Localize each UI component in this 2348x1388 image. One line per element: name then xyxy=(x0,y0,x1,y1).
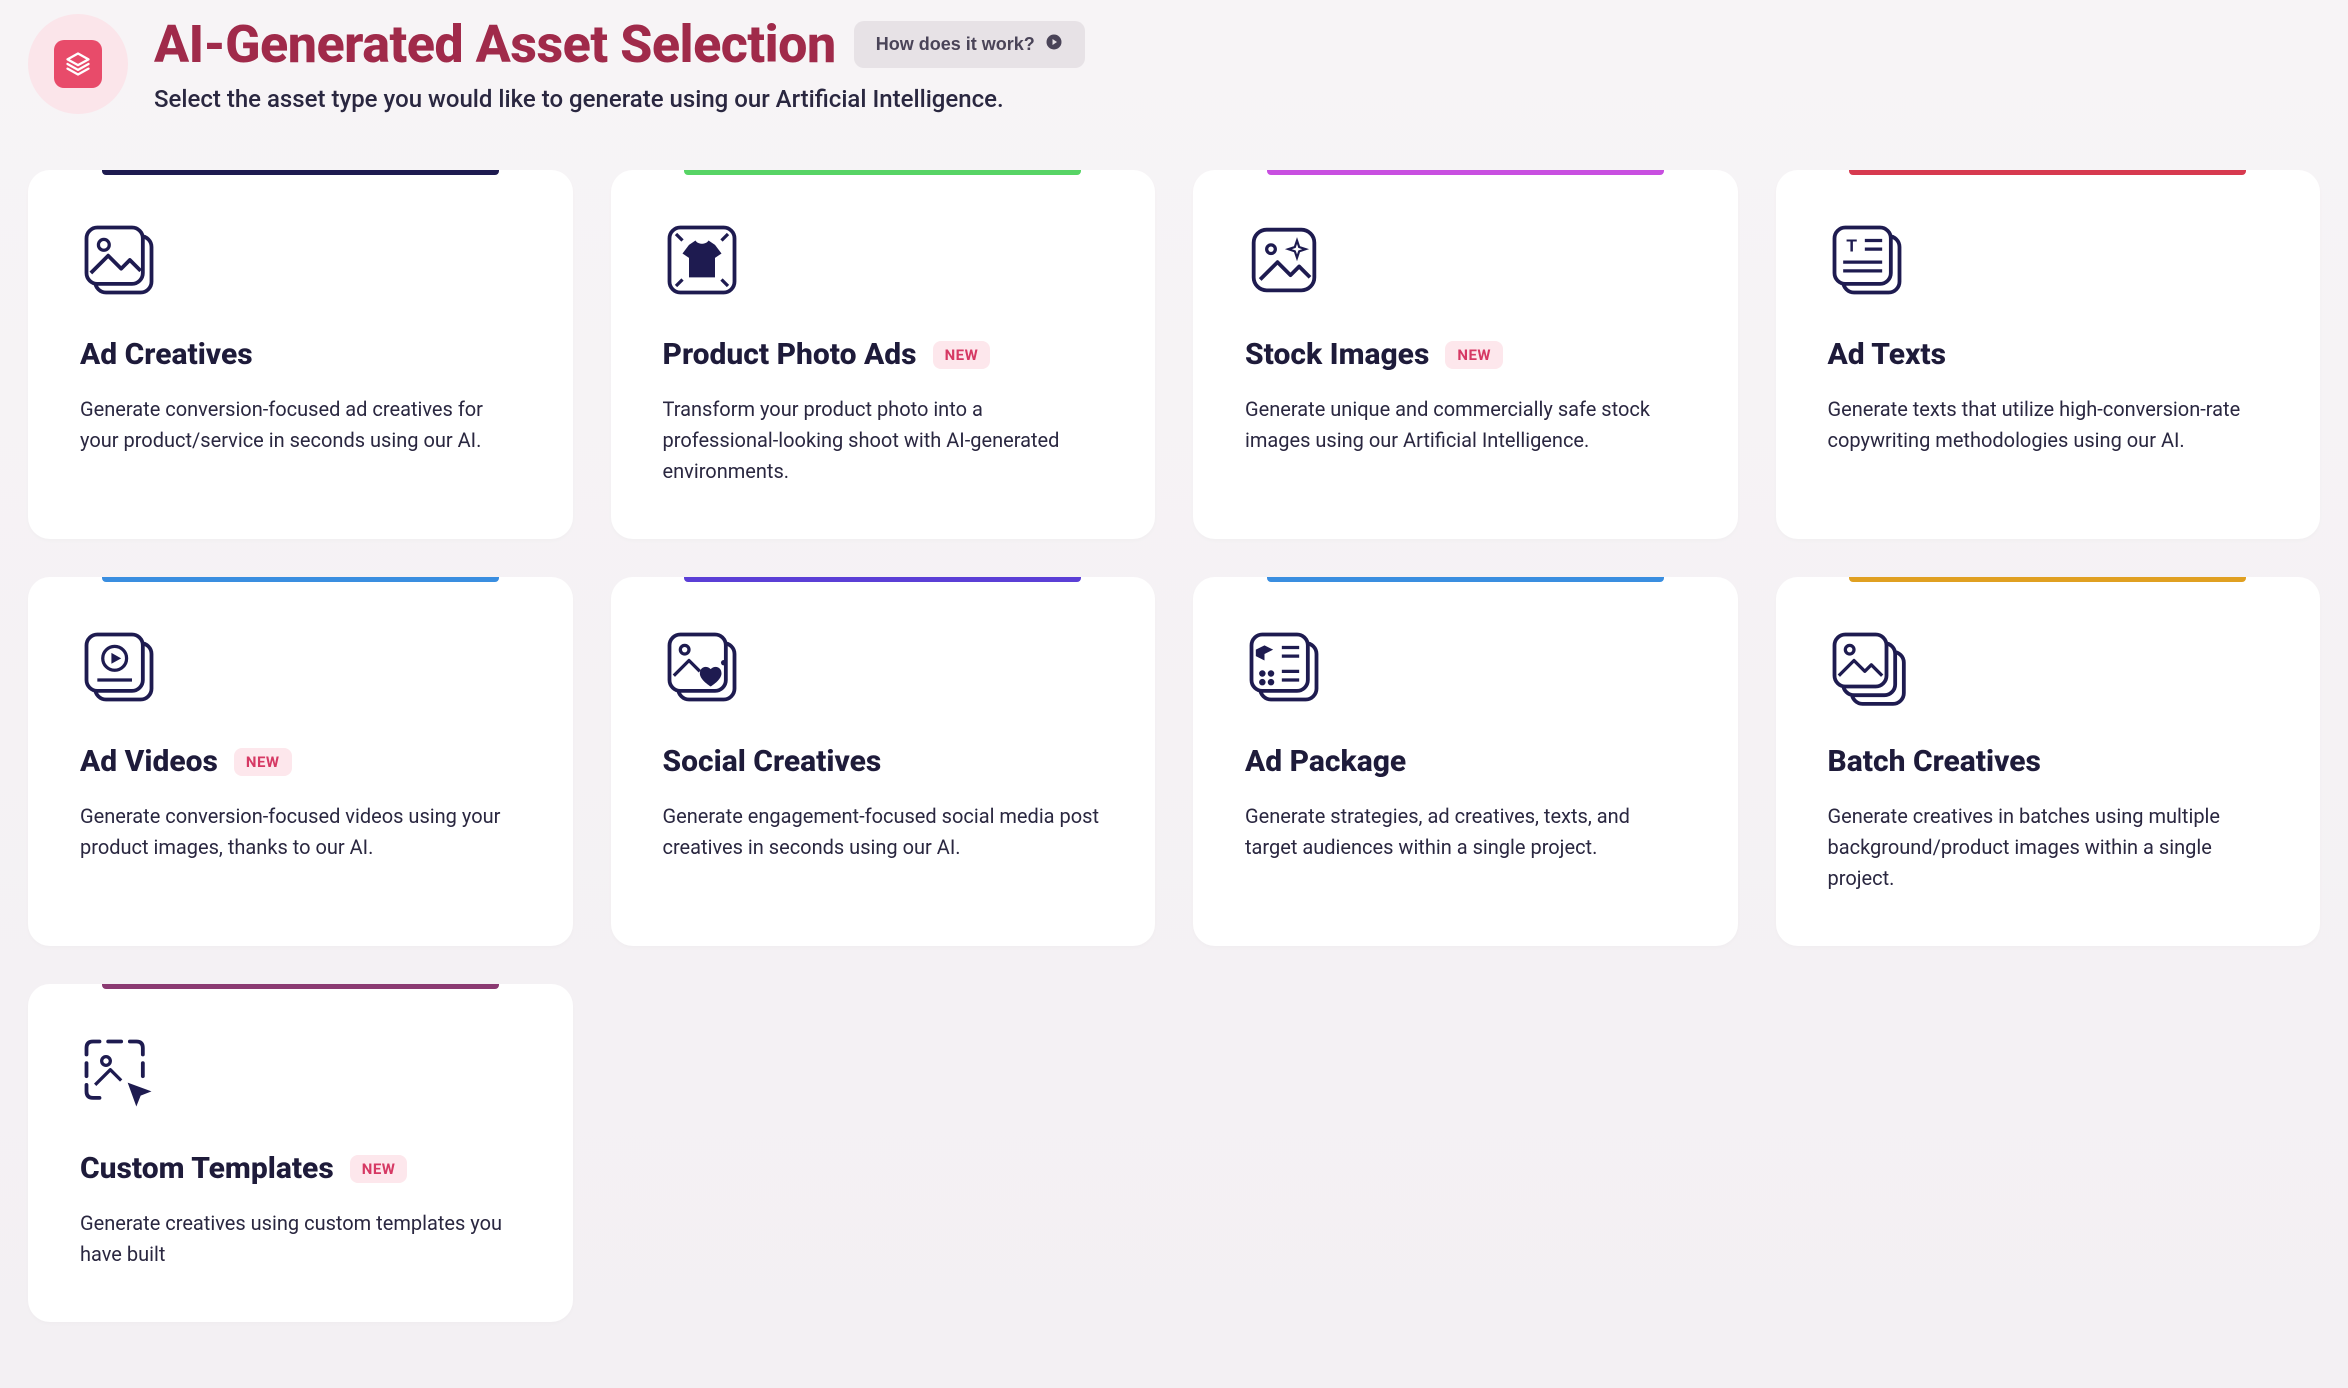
card-title-row: Batch Creatives xyxy=(1828,744,2269,779)
card-ad-creatives[interactable]: Ad Creatives Generate conversion-focused … xyxy=(28,170,573,539)
card-description: Generate strategies, ad creatives, texts… xyxy=(1245,801,1686,863)
card-custom-templates[interactable]: Custom Templates NEW Generate creatives us… xyxy=(28,984,573,1322)
new-badge: NEW xyxy=(234,748,292,776)
card-title: Product Photo Ads xyxy=(663,337,917,372)
layers-icon xyxy=(54,40,102,88)
card-ad-videos[interactable]: Ad Videos NEW Generate conversion-focused … xyxy=(28,577,573,946)
card-body: Ad Package Generate strategies, ad creati… xyxy=(1193,582,1738,915)
card-description: Generate texts that utilize high-convers… xyxy=(1828,394,2269,456)
card-title: Ad Videos xyxy=(80,744,218,779)
card-description: Generate conversion-focused videos using… xyxy=(80,801,521,863)
card-body: Social Creatives Generate engagement-focu… xyxy=(611,582,1156,915)
image-heart-icon xyxy=(663,628,741,706)
card-stock-images[interactable]: Stock Images NEW Generate unique and comme… xyxy=(1193,170,1738,539)
card-title: Social Creatives xyxy=(663,744,882,779)
card-title: Batch Creatives xyxy=(1828,744,2041,779)
card-title-row: Ad Package xyxy=(1245,744,1686,779)
card-body: Custom Templates NEW Generate creatives us… xyxy=(28,989,573,1322)
video-play-icon xyxy=(80,628,158,706)
card-description: Generate conversion-focused ad creatives… xyxy=(80,394,521,456)
new-badge: NEW xyxy=(933,341,991,369)
card-product-photo-ads[interactable]: Product Photo Ads NEW Transform your produ… xyxy=(611,170,1156,539)
card-social-creatives[interactable]: Social Creatives Generate engagement-focu… xyxy=(611,577,1156,946)
card-description: Generate creatives using custom template… xyxy=(80,1208,521,1270)
card-title-row: Ad Texts xyxy=(1828,337,2269,372)
card-batch-creatives[interactable]: Batch Creatives Generate creatives in bat… xyxy=(1776,577,2321,946)
card-description: Generate creatives in batches using mult… xyxy=(1828,801,2269,894)
image-sparkle-icon xyxy=(1245,221,1323,299)
page-title: AI-Generated Asset Selection xyxy=(154,14,836,75)
tshirt-frame-icon xyxy=(663,221,741,299)
card-title-row: Product Photo Ads NEW xyxy=(663,337,1104,372)
card-title-row: Social Creatives xyxy=(663,744,1104,779)
card-title: Ad Package xyxy=(1245,744,1406,779)
card-ad-package[interactable]: Ad Package Generate strategies, ad creati… xyxy=(1193,577,1738,946)
card-ad-texts[interactable]: Ad Texts Generate texts that utilize high… xyxy=(1776,170,2321,539)
card-title-row: Custom Templates NEW xyxy=(80,1151,521,1186)
page-icon-badge xyxy=(28,14,128,114)
batch-stack-icon xyxy=(1828,628,1906,706)
template-cursor-icon xyxy=(80,1035,158,1113)
card-description: Transform your product photo into a prof… xyxy=(663,394,1104,487)
card-body: Ad Videos NEW Generate conversion-focused … xyxy=(28,582,573,915)
image-stack-icon xyxy=(80,221,158,299)
card-title: Custom Templates xyxy=(80,1151,334,1186)
new-badge: NEW xyxy=(350,1155,408,1183)
package-grid-icon xyxy=(1245,628,1323,706)
page-subtitle: Select the asset type you would like to … xyxy=(154,85,2320,113)
card-body: Product Photo Ads NEW Transform your produ… xyxy=(611,175,1156,539)
card-title: Ad Creatives xyxy=(80,337,253,372)
new-badge: NEW xyxy=(1445,341,1503,369)
card-body: Batch Creatives Generate creatives in bat… xyxy=(1776,582,2321,946)
card-title: Ad Texts xyxy=(1828,337,1947,372)
card-title-row: Stock Images NEW xyxy=(1245,337,1686,372)
page-header: AI-Generated Asset Selection How does it… xyxy=(0,0,2348,142)
card-title-row: Ad Creatives xyxy=(80,337,521,372)
play-circle-icon xyxy=(1045,33,1063,56)
card-body: Stock Images NEW Generate unique and comme… xyxy=(1193,175,1738,508)
asset-grid: Ad Creatives Generate conversion-focused … xyxy=(0,142,2348,1362)
header-texts: AI-Generated Asset Selection How does it… xyxy=(154,14,2320,113)
card-body: Ad Texts Generate texts that utilize high… xyxy=(1776,175,2321,508)
card-title-row: Ad Videos NEW xyxy=(80,744,521,779)
how-does-it-work-button[interactable]: How does it work? xyxy=(854,21,1085,68)
text-doc-icon xyxy=(1828,221,1906,299)
card-description: Generate unique and commercially safe st… xyxy=(1245,394,1686,456)
card-body: Ad Creatives Generate conversion-focused … xyxy=(28,175,573,508)
card-description: Generate engagement-focused social media… xyxy=(663,801,1104,863)
how-does-it-work-label: How does it work? xyxy=(876,34,1035,55)
card-title: Stock Images xyxy=(1245,337,1429,372)
